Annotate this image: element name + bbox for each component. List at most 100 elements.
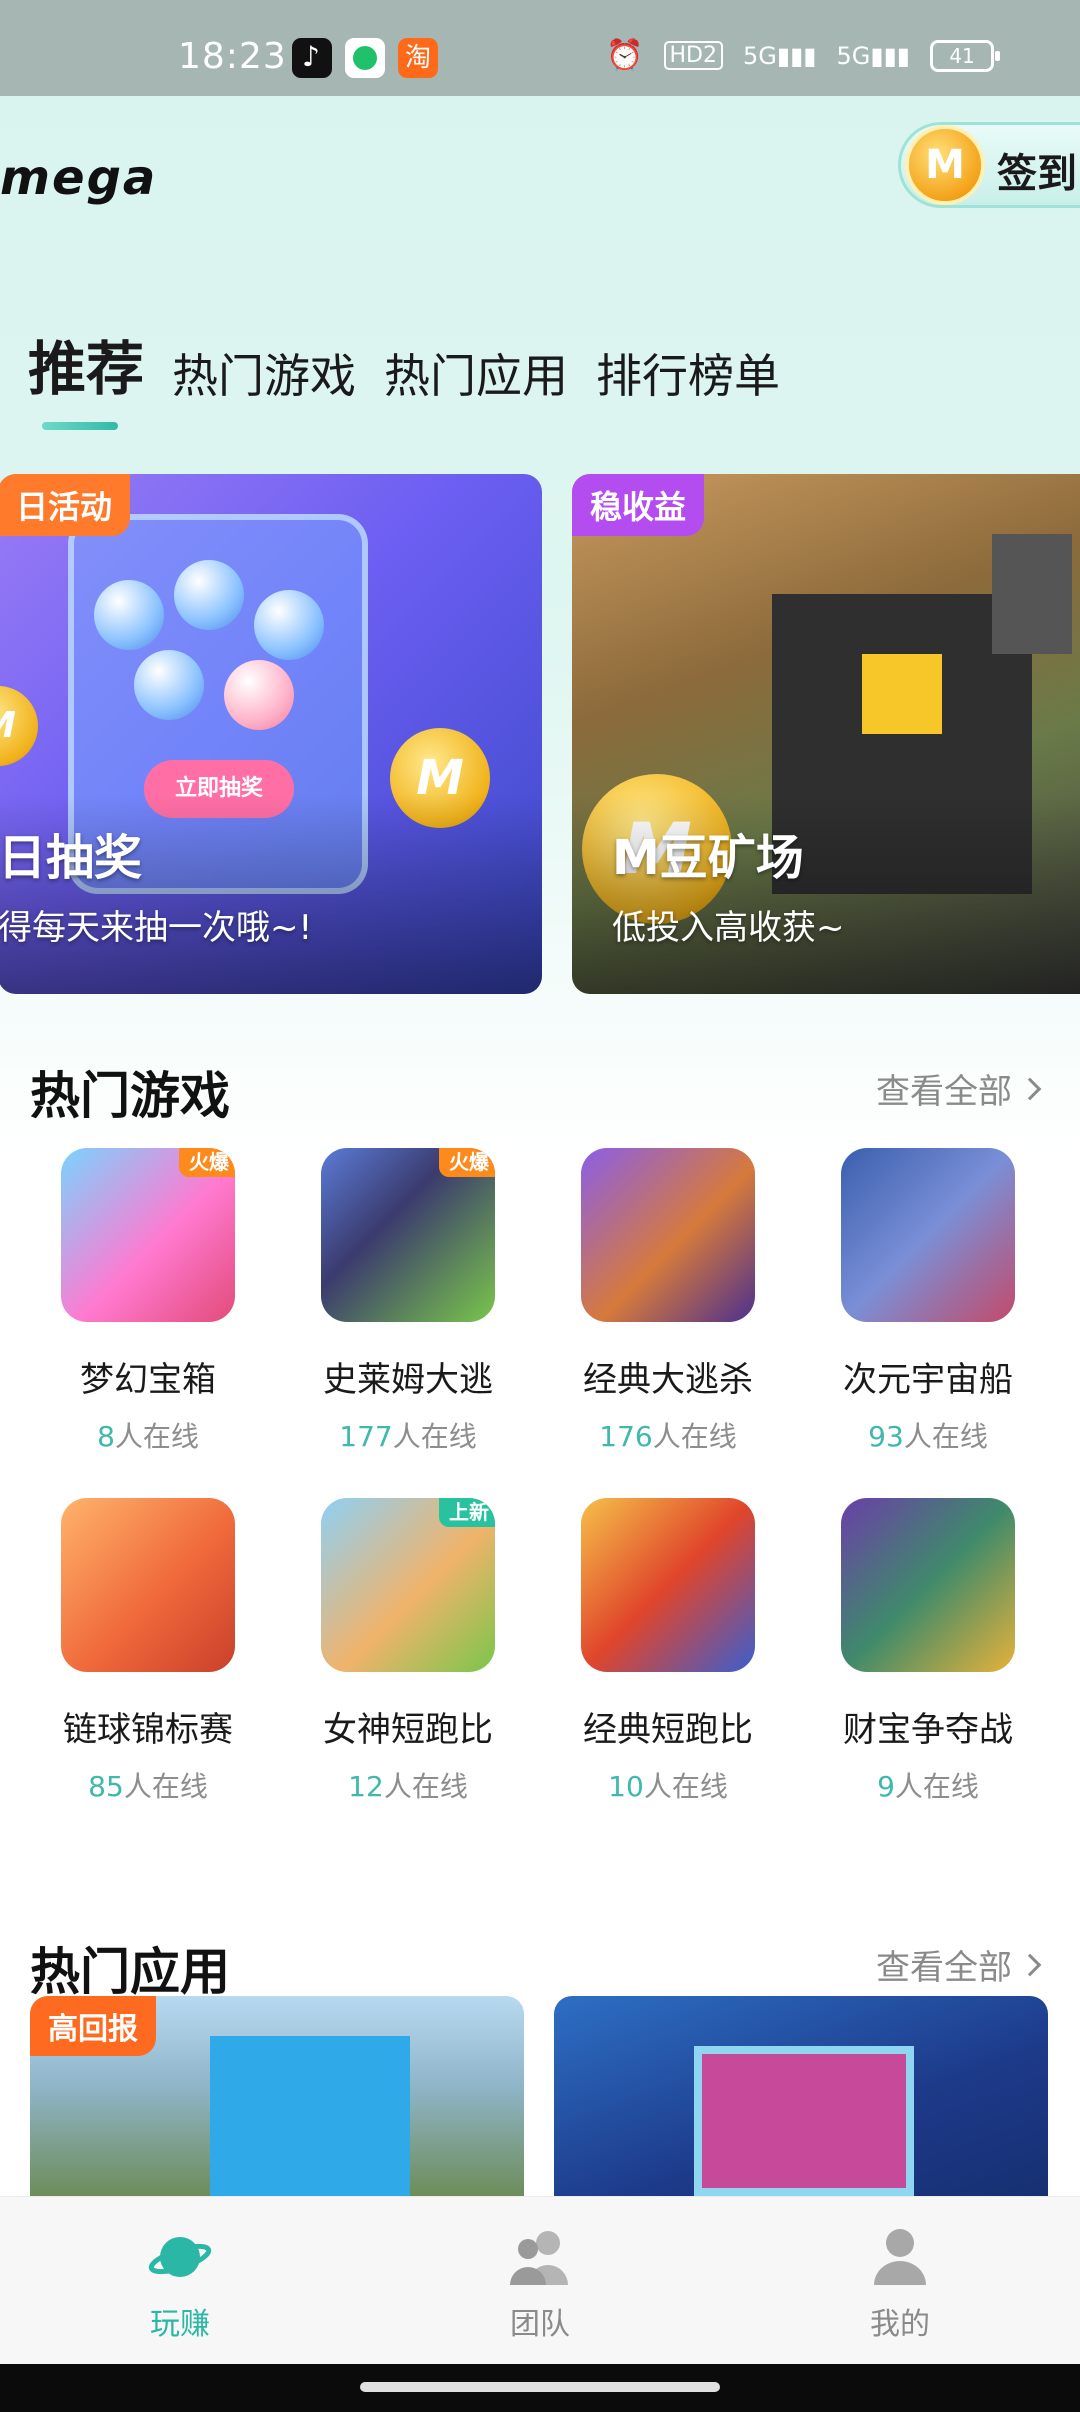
tab-hot-games[interactable]: 热门游戏 [172, 340, 356, 406]
gacha-ball [94, 580, 164, 650]
game-online-count: 177人在线 [278, 1415, 538, 1455]
game-icon [61, 1498, 235, 1672]
online-suffix: 人在线 [123, 1770, 208, 1803]
pixel-character-illustration [210, 2036, 410, 2196]
hot-apps-title: 热门应用 [30, 1943, 230, 2001]
game-item[interactable]: 经典大逃杀 176人在线 [538, 1148, 798, 1455]
game-online-count: 85人在线 [18, 1765, 278, 1805]
taobao-app-icon: 淘 [398, 38, 438, 78]
tab-recommend[interactable]: 推荐 [28, 322, 144, 406]
category-tabs: 推荐 热门游戏 热门应用 排行榜单 [28, 322, 780, 406]
game-name: 女神短跑比 [323, 1710, 493, 1750]
tiktok-app-icon [292, 38, 332, 78]
game-icon: 火爆 [321, 1148, 495, 1322]
online-suffix: 人在线 [114, 1420, 199, 1453]
banner-daily-lottery[interactable]: 立即抽奖 M M 日活动 日抽奖 得每天来抽一次哦~! [0, 474, 542, 994]
gacha-ball [224, 660, 294, 730]
gacha-ball [174, 560, 244, 630]
bottom-nav: 玩赚 团队 我的 [0, 2196, 1080, 2364]
online-number: 8 [97, 1420, 115, 1453]
online-suffix: 人在线 [383, 1770, 468, 1803]
nav-item-team[interactable]: 团队 [460, 2227, 620, 2343]
app-tag: 高回报 [30, 1996, 156, 2056]
game-name: 经典短跑比 [583, 1710, 753, 1750]
game-item[interactable]: 财宝争夺战 9人在线 [798, 1498, 1058, 1805]
nav-label: 我的 [870, 2307, 930, 2342]
app-card[interactable] [554, 1996, 1048, 2196]
game-icon [581, 1498, 755, 1672]
alarm-icon: ⏰ [606, 38, 644, 73]
game-name: 史莱姆大逃 [323, 1360, 493, 1400]
battery-icon: 41 [930, 39, 1000, 72]
hot-games-title: 热门游戏 [30, 1067, 230, 1125]
online-suffix: 人在线 [643, 1770, 728, 1803]
home-indicator[interactable] [360, 2382, 720, 2392]
banner-title: M豆矿场 [612, 830, 804, 886]
game-online-count: 9人在线 [798, 1765, 1058, 1805]
banner-tag: 日活动 [0, 474, 131, 536]
banner-tag: 稳收益 [572, 474, 705, 536]
active-tab-indicator [42, 422, 118, 430]
game-name: 财宝争夺战 [843, 1710, 1013, 1750]
app-logo: mega [0, 150, 158, 206]
online-suffix: 人在线 [652, 1420, 737, 1453]
online-number: 10 [608, 1770, 644, 1803]
card-illustration [694, 2046, 914, 2196]
game-online-count: 12人在线 [278, 1765, 538, 1805]
game-name: 次元宇宙船 [843, 1360, 1013, 1400]
game-online-count: 93人在线 [798, 1415, 1058, 1455]
banner-subtitle: 得每天来抽一次哦~! [0, 908, 313, 948]
hot-apps-view-all[interactable]: 查看全部 [876, 1940, 1042, 1989]
user-icon [868, 2227, 932, 2287]
signin-button[interactable]: M 签到 [898, 122, 1080, 208]
hot-games-view-all[interactable]: 查看全部 [876, 1064, 1042, 1113]
gacha-ball [134, 650, 204, 720]
game-badge: 上新 [439, 1498, 495, 1527]
game-item[interactable]: 次元宇宙船 93人在线 [798, 1148, 1058, 1455]
online-number: 12 [348, 1770, 384, 1803]
nav-label: 玩赚 [150, 2307, 210, 2342]
game-badge: 火爆 [179, 1148, 235, 1177]
online-number: 93 [868, 1420, 904, 1453]
online-suffix: 人在线 [392, 1420, 477, 1453]
game-online-count: 10人在线 [538, 1765, 798, 1805]
network-label: 5G [743, 41, 777, 70]
network-label-2: 5G [836, 41, 871, 70]
banner-subtitle: 低投入高收获~ [612, 908, 845, 948]
tab-rankings[interactable]: 排行榜单 [596, 340, 780, 406]
game-item[interactable]: 上新 女神短跑比 12人在线 [278, 1498, 538, 1805]
coin-icon: M [0, 686, 38, 766]
planet-icon [148, 2227, 212, 2287]
online-suffix: 人在线 [903, 1420, 988, 1453]
signal-icon: 5G▮▮▮ [743, 41, 817, 70]
coin-icon: M [905, 125, 985, 205]
status-bar: 18:23 淘 ⏰ HD2 5G▮▮▮ 5G▮▮▮ 41 [0, 0, 1080, 96]
game-name: 链球锦标赛 [63, 1710, 233, 1750]
game-name: 经典大逃杀 [583, 1360, 753, 1400]
game-icon [581, 1148, 755, 1322]
game-item[interactable]: 火爆 史莱姆大逃 177人在线 [278, 1148, 538, 1455]
status-time: 18:23 [178, 36, 287, 77]
gesture-bar-area [0, 2364, 1080, 2412]
game-icon [841, 1498, 1015, 1672]
gacha-ball [254, 590, 324, 660]
online-suffix: 人在线 [894, 1770, 979, 1803]
banner-title: 日抽奖 [0, 830, 143, 886]
game-icon: 上新 [321, 1498, 495, 1672]
hd-icon: HD2 [663, 41, 723, 70]
game-badge: 火爆 [439, 1148, 495, 1177]
game-online-count: 8人在线 [18, 1415, 278, 1455]
nav-item-play-earn[interactable]: 玩赚 [100, 2227, 260, 2343]
game-item[interactable]: 经典短跑比 10人在线 [538, 1498, 798, 1805]
game-name: 梦幻宝箱 [80, 1360, 216, 1400]
nav-item-mine[interactable]: 我的 [820, 2227, 980, 2343]
game-item[interactable]: 火爆 梦幻宝箱 8人在线 [18, 1148, 278, 1455]
banner-m-bean-mine[interactable]: M 稳收益 M豆矿场 低投入高收获~ [572, 474, 1080, 994]
tab-hot-apps[interactable]: 热门应用 [384, 340, 568, 406]
chevron-right-icon [1018, 1077, 1042, 1100]
pixel-gold-block [862, 654, 942, 734]
signal-icon-2: 5G▮▮▮ [836, 41, 911, 70]
game-item[interactable]: 链球锦标赛 85人在线 [18, 1498, 278, 1805]
online-number: 177 [339, 1420, 393, 1453]
app-card[interactable]: 高回报 [30, 1996, 524, 2196]
